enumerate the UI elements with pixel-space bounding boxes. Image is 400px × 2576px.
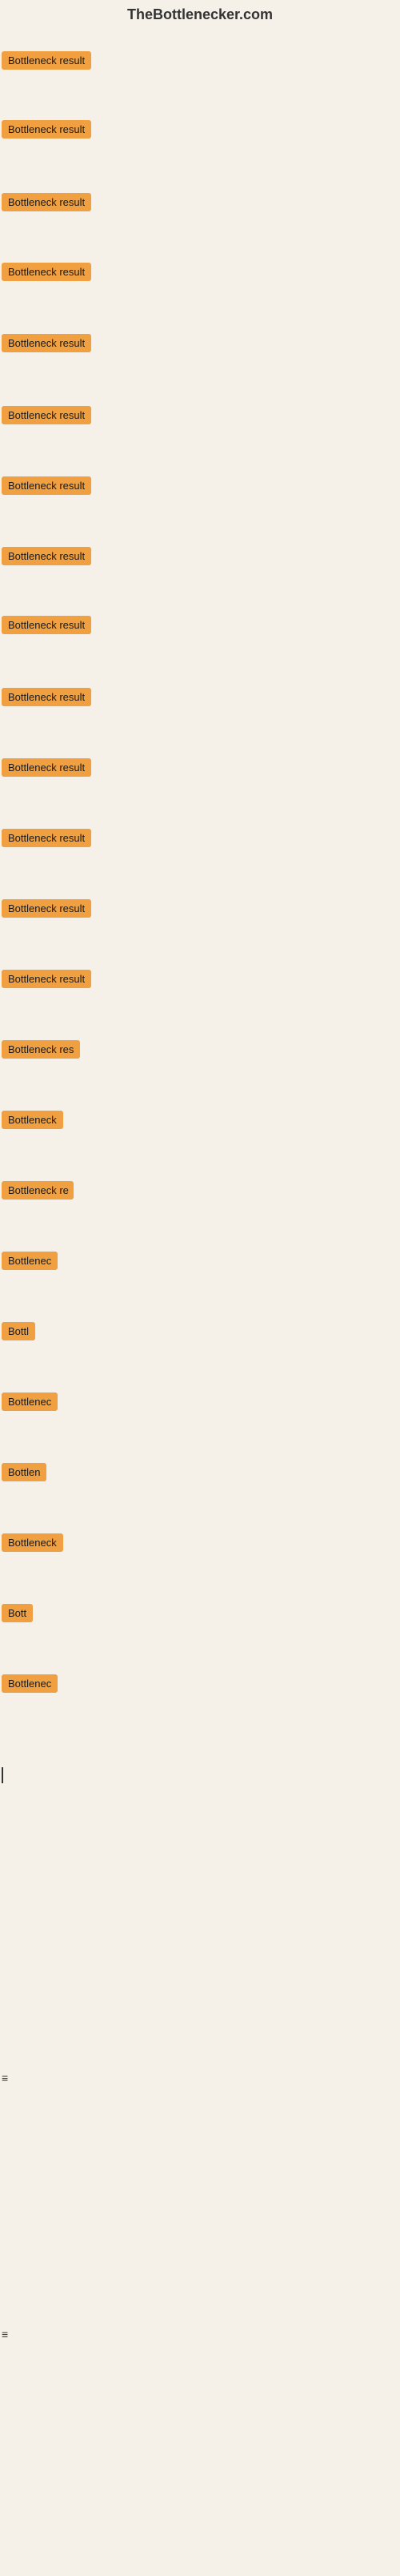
- bottleneck-result-12[interactable]: Bottleneck result: [2, 829, 91, 851]
- bottleneck-label-21: Bottlen: [2, 1463, 46, 1481]
- bottleneck-label-19: Bottl: [2, 1322, 35, 1340]
- bottleneck-result-9[interactable]: Bottleneck result: [2, 616, 91, 638]
- small-item-1: ≡: [2, 2328, 8, 2341]
- bottleneck-result-10[interactable]: Bottleneck result: [2, 688, 91, 710]
- bottleneck-label-14: Bottleneck result: [2, 970, 91, 988]
- bottleneck-result-16[interactable]: Bottleneck: [2, 1111, 63, 1133]
- bottleneck-result-19[interactable]: Bottl: [2, 1322, 35, 1344]
- bottleneck-label-8: Bottleneck result: [2, 547, 91, 565]
- bottleneck-result-17[interactable]: Bottleneck re: [2, 1181, 74, 1204]
- bottleneck-result-13[interactable]: Bottleneck result: [2, 899, 91, 922]
- bottleneck-label-7: Bottleneck result: [2, 476, 91, 495]
- bottleneck-result-23[interactable]: Bott: [2, 1604, 33, 1626]
- bottleneck-result-7[interactable]: Bottleneck result: [2, 476, 91, 499]
- bottleneck-label-4: Bottleneck result: [2, 263, 91, 281]
- bottleneck-label-3: Bottleneck result: [2, 193, 91, 211]
- bottleneck-label-15: Bottleneck res: [2, 1040, 80, 1059]
- bottleneck-result-11[interactable]: Bottleneck result: [2, 758, 91, 781]
- bottleneck-result-6[interactable]: Bottleneck result: [2, 406, 91, 428]
- bottleneck-result-3[interactable]: Bottleneck result: [2, 193, 91, 215]
- bottleneck-label-18: Bottlenec: [2, 1252, 58, 1270]
- bottleneck-result-15[interactable]: Bottleneck res: [2, 1040, 80, 1063]
- bottleneck-label-2: Bottleneck result: [2, 120, 91, 139]
- bottleneck-result-2[interactable]: Bottleneck result: [2, 120, 91, 143]
- bottleneck-label-1: Bottleneck result: [2, 51, 91, 70]
- bottleneck-result-18[interactable]: Bottlenec: [2, 1252, 58, 1274]
- bottleneck-label-13: Bottleneck result: [2, 899, 91, 918]
- small-item-0: ≡: [2, 2072, 8, 2084]
- bottleneck-label-16: Bottleneck: [2, 1111, 63, 1129]
- text-cursor: [2, 1767, 3, 1783]
- bottleneck-label-12: Bottleneck result: [2, 829, 91, 847]
- bottleneck-result-20[interactable]: Bottlenec: [2, 1392, 58, 1415]
- bottleneck-label-22: Bottleneck: [2, 1533, 63, 1552]
- bottleneck-label-11: Bottleneck result: [2, 758, 91, 777]
- bottleneck-result-22[interactable]: Bottleneck: [2, 1533, 63, 1556]
- bottleneck-label-6: Bottleneck result: [2, 406, 91, 424]
- bottleneck-label-24: Bottlenec: [2, 1674, 58, 1693]
- bottleneck-label-17: Bottleneck re: [2, 1181, 74, 1200]
- bottleneck-label-9: Bottleneck result: [2, 616, 91, 634]
- bottleneck-label-10: Bottleneck result: [2, 688, 91, 706]
- bottleneck-label-5: Bottleneck result: [2, 334, 91, 352]
- bottleneck-result-14[interactable]: Bottleneck result: [2, 970, 91, 992]
- bottleneck-label-23: Bott: [2, 1604, 33, 1622]
- bottleneck-result-5[interactable]: Bottleneck result: [2, 334, 91, 356]
- bottleneck-result-4[interactable]: Bottleneck result: [2, 263, 91, 285]
- bottleneck-result-21[interactable]: Bottlen: [2, 1463, 46, 1485]
- bottleneck-result-24[interactable]: Bottlenec: [2, 1674, 58, 1697]
- bottleneck-result-1[interactable]: Bottleneck result: [2, 51, 91, 74]
- bottleneck-label-20: Bottlenec: [2, 1392, 58, 1411]
- site-title: TheBottlenecker.com: [0, 0, 400, 30]
- bottleneck-result-8[interactable]: Bottleneck result: [2, 547, 91, 569]
